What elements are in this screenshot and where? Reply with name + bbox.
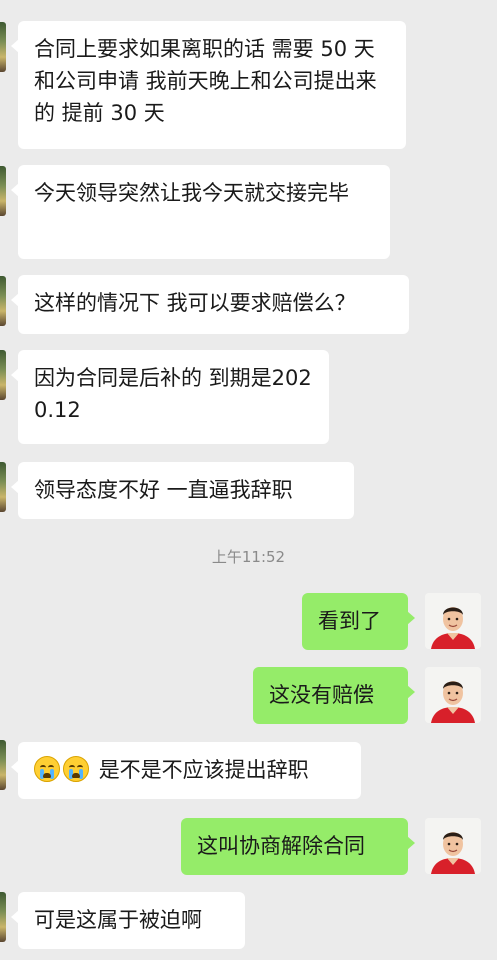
message-text: 领导态度不好 一直逼我辞职 [34,478,293,502]
my-avatar[interactable] [425,818,481,874]
outgoing-message-bubble[interactable]: 看到了 [302,593,415,650]
contact-avatar[interactable] [0,740,6,790]
my-avatar[interactable] [425,667,481,723]
person-avatar-icon [425,667,481,723]
message-text: 看到了 [318,609,381,633]
message-text: 这样的情况下 我可以要求赔偿么？ [34,291,356,315]
message-text: 合同上要求如果离职的话 需要 50 天和公司申请 我前天晚上和公司提出来的 提前… [34,37,377,125]
contact-avatar[interactable] [0,22,6,72]
message-text: 可是这属于被迫啊 [34,908,202,932]
message-text: 今天领导突然让我今天就交接完毕 [34,181,349,205]
message-text: 这没有赔偿 [269,683,374,707]
incoming-message-bubble[interactable]: 因为合同是后补的 到期是2020.12 [11,350,329,444]
message-text: 是不是不应该提出辞职 [98,758,309,782]
message-text: 因为合同是后补的 到期是2020.12 [34,366,312,422]
crying-face-icon [34,756,60,782]
incoming-message-bubble[interactable]: 今天领导突然让我今天就交接完毕 [11,165,390,259]
person-avatar-icon [425,593,481,649]
outgoing-message-bubble[interactable]: 这叫协商解除合同 [181,818,415,875]
incoming-message-bubble[interactable]: 是不是不应该提出辞职 [11,742,361,799]
person-avatar-icon [425,818,481,874]
incoming-message-bubble[interactable]: 合同上要求如果离职的话 需要 50 天和公司申请 我前天晚上和公司提出来的 提前… [11,21,406,149]
contact-avatar[interactable] [0,350,6,400]
crying-face-icon [63,756,89,782]
outgoing-message-bubble[interactable]: 这没有赔偿 [253,667,415,724]
contact-avatar[interactable] [0,462,6,512]
incoming-message-bubble[interactable]: 可是这属于被迫啊 [11,892,245,949]
message-text: 这叫协商解除合同 [197,834,365,858]
incoming-message-bubble[interactable]: 领导态度不好 一直逼我辞职 [11,462,354,519]
contact-avatar[interactable] [0,276,6,326]
contact-avatar[interactable] [0,166,6,216]
my-avatar[interactable] [425,593,481,649]
contact-avatar[interactable] [0,892,6,942]
incoming-message-bubble[interactable]: 这样的情况下 我可以要求赔偿么？ [11,275,409,334]
message-timestamp: 上午11:52 [211,548,286,566]
